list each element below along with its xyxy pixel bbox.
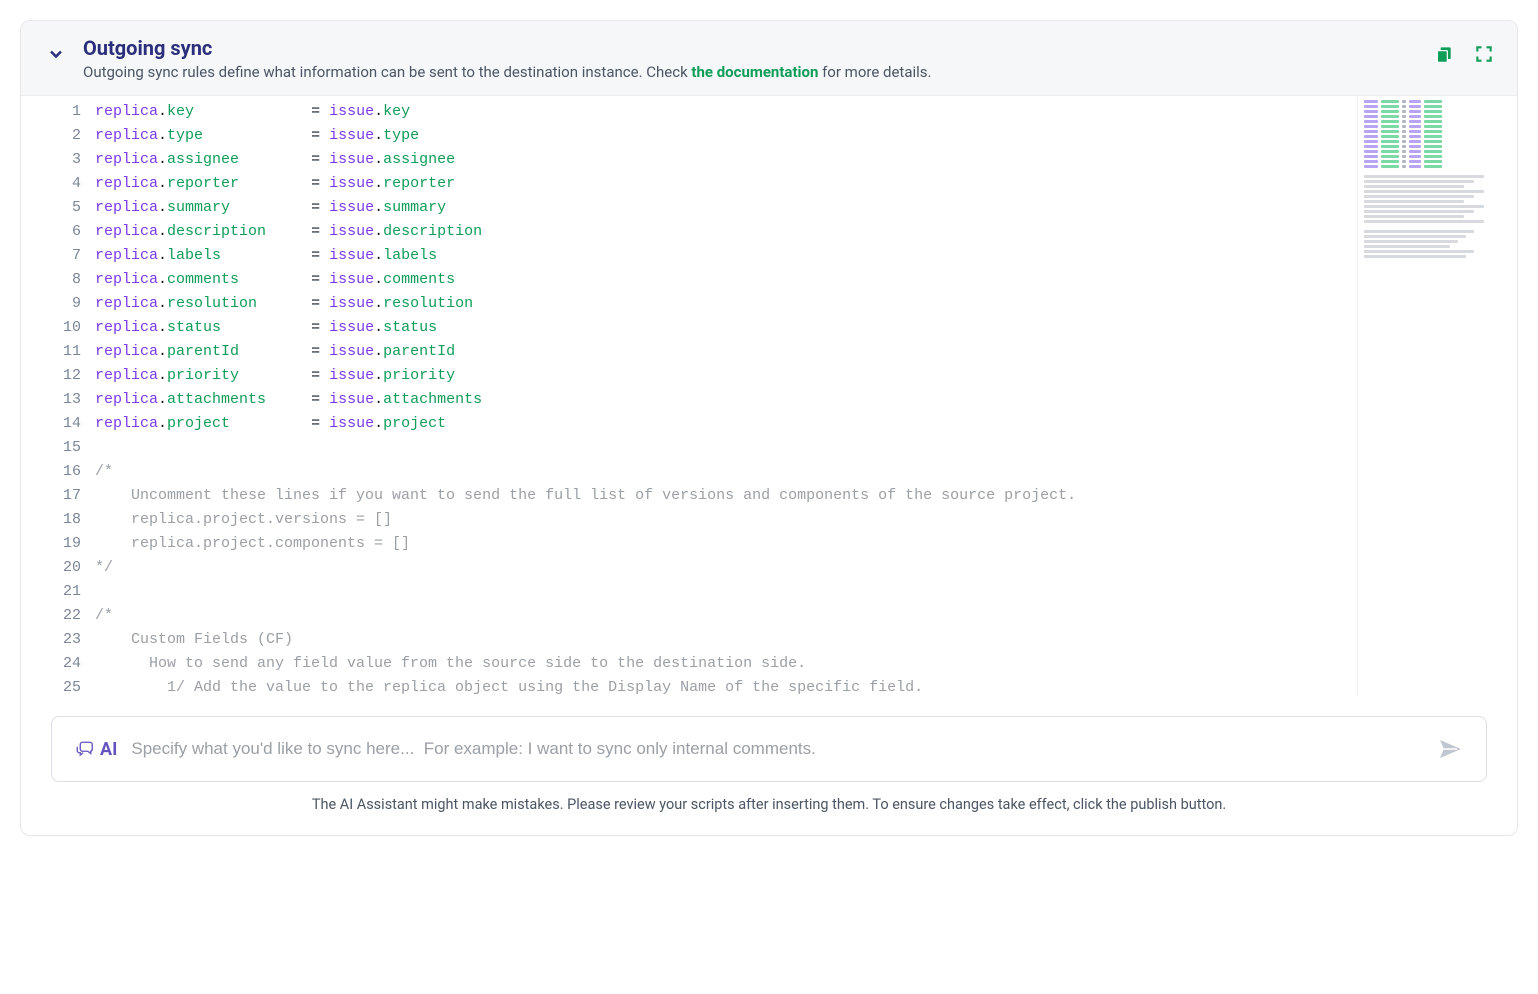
copy-icon <box>1434 44 1454 64</box>
code-line: replica.description = issue.description <box>95 220 1357 244</box>
code-line: replica.reporter = issue.reporter <box>95 172 1357 196</box>
code-line: Uncomment these lines if you want to sen… <box>95 484 1357 508</box>
code-line: /* <box>95 604 1357 628</box>
ai-send-button[interactable] <box>1436 735 1464 763</box>
copy-button[interactable] <box>1433 43 1455 65</box>
code-line: replica.project.versions = [] <box>95 508 1357 532</box>
code-line: How to send any field value from the sou… <box>95 652 1357 676</box>
code-line: replica.project = issue.project <box>95 412 1357 436</box>
code-line: replica.key = issue.key <box>95 100 1357 124</box>
code-line: replica.summary = issue.summary <box>95 196 1357 220</box>
code-line: Custom Fields (CF) <box>95 628 1357 652</box>
code-line: replica.labels = issue.labels <box>95 244 1357 268</box>
code-editor[interactable]: 1234567891011121314151617181920212223242… <box>21 96 1517 696</box>
code-line <box>95 436 1357 460</box>
collapse-toggle[interactable] <box>43 41 69 67</box>
ai-prompt-input[interactable] <box>131 739 1422 759</box>
code-line <box>95 580 1357 604</box>
code-line: replica.attachments = issue.attachments <box>95 388 1357 412</box>
code-line: replica.parentId = issue.parentId <box>95 340 1357 364</box>
code-area[interactable]: replica.key = issue.keyreplica.type = is… <box>91 96 1357 696</box>
code-line: replica.priority = issue.priority <box>95 364 1357 388</box>
header-text: Outgoing sync Outgoing sync rules define… <box>83 35 1419 81</box>
panel-subtitle: Outgoing sync rules define what informat… <box>83 63 1419 81</box>
code-line: /* <box>95 460 1357 484</box>
line-gutter: 1234567891011121314151617181920212223242… <box>21 96 91 696</box>
outgoing-sync-panel: Outgoing sync Outgoing sync rules define… <box>20 20 1518 836</box>
panel-header: Outgoing sync Outgoing sync rules define… <box>21 21 1517 96</box>
ai-input-box: AI <box>51 716 1487 782</box>
code-line: replica.resolution = issue.resolution <box>95 292 1357 316</box>
ai-label: AI <box>74 739 117 760</box>
chat-icon <box>74 740 94 758</box>
minimap[interactable] <box>1357 96 1517 696</box>
header-actions <box>1433 43 1495 65</box>
fullscreen-button[interactable] <box>1473 43 1495 65</box>
code-line: replica.comments = issue.comments <box>95 268 1357 292</box>
expand-icon <box>1474 44 1494 64</box>
code-line: replica.status = issue.status <box>95 316 1357 340</box>
code-line: replica.project.components = [] <box>95 532 1357 556</box>
chevron-down-icon <box>46 44 66 64</box>
subtitle-post: for more details. <box>818 63 931 81</box>
code-line: replica.assignee = issue.assignee <box>95 148 1357 172</box>
subtitle-pre: Outgoing sync rules define what informat… <box>83 63 691 81</box>
send-icon <box>1438 737 1462 761</box>
ai-disclaimer: The AI Assistant might make mistakes. Pl… <box>51 796 1487 813</box>
code-line: replica.type = issue.type <box>95 124 1357 148</box>
code-line: 1/ Add the value to the replica object u… <box>95 676 1357 696</box>
ai-label-text: AI <box>100 739 117 760</box>
panel-title: Outgoing sync <box>83 35 1419 61</box>
documentation-link[interactable]: the documentation <box>691 63 818 81</box>
ai-assistant-zone: AI The AI Assistant might make mistakes.… <box>21 696 1517 835</box>
code-line: */ <box>95 556 1357 580</box>
